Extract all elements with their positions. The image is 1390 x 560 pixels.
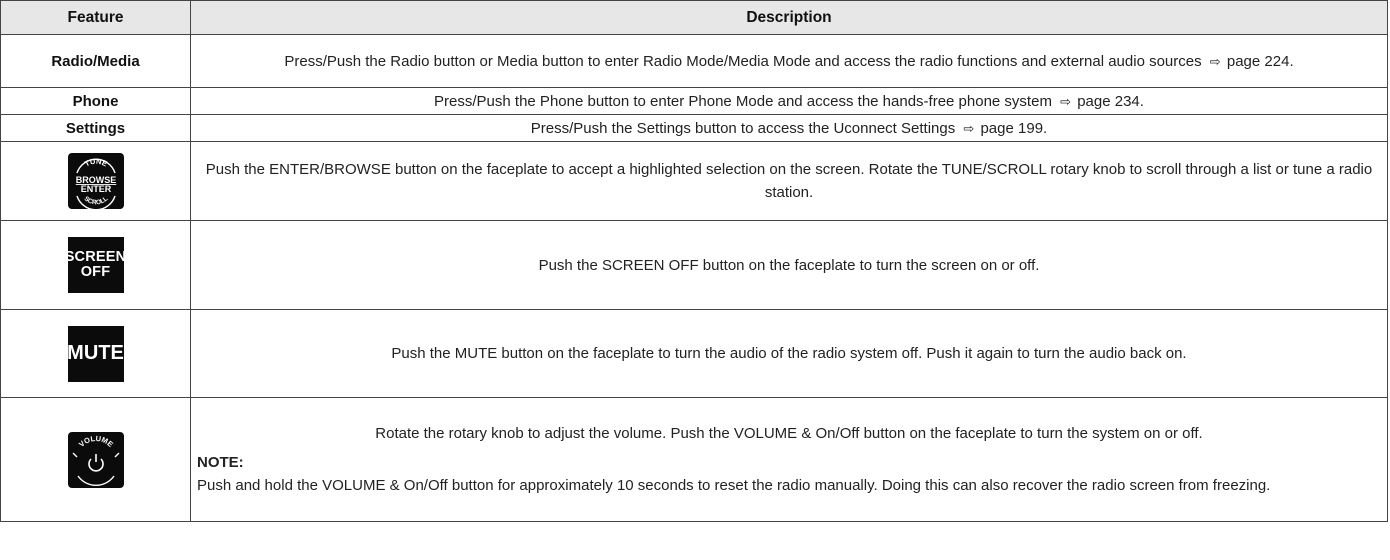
- note-label: NOTE:: [197, 454, 244, 471]
- feature-icon-cell: VOLUME: [0, 397, 191, 522]
- description-text: Push the SCREEN OFF button on the facepl…: [190, 220, 1388, 310]
- volume-power-knob-icon: VOLUME: [67, 431, 124, 488]
- scroll-label: SCROLL: [82, 195, 109, 206]
- description-text: Push the ENTER/BROWSE button on the face…: [190, 141, 1388, 221]
- table-row: SCREEN OFF Push the SCREEN OFF button on…: [0, 220, 1388, 310]
- description-text: Push the MUTE button on the faceplate to…: [190, 309, 1388, 398]
- feature-radio-media: Radio/Media: [0, 34, 191, 88]
- svg-text:TUNE: TUNE: [83, 157, 109, 169]
- description-cell: Press/Push the Settings button to access…: [190, 114, 1388, 142]
- svg-text:VOLUME: VOLUME: [77, 433, 115, 448]
- volume-label: VOLUME: [77, 433, 115, 448]
- description-text: Press/Push the Radio button or Media but…: [284, 52, 1202, 70]
- table-row: Phone Press/Push the Phone button to ent…: [0, 87, 1388, 115]
- svg-text:SCROLL: SCROLL: [82, 195, 109, 206]
- header-feature: Feature: [0, 0, 191, 35]
- feature-phone: Phone: [0, 87, 191, 115]
- feature-icon-cell: SCREEN OFF: [0, 220, 191, 310]
- mute-button-icon: MUTE: [67, 325, 124, 382]
- table-row: TUNE BROWSE ENTER SCROLL Push the ENTER/…: [0, 141, 1388, 221]
- description-text: Rotate the rotary knob to adjust the vol…: [375, 425, 1203, 442]
- header-description: Description: [190, 0, 1388, 35]
- feature-table: Feature Description Radio/Media Press/Pu…: [0, 0, 1388, 522]
- feature-table-document: Feature Description Radio/Media Press/Pu…: [0, 0, 1388, 558]
- description-cell: Rotate the rotary knob to adjust the vol…: [190, 397, 1388, 522]
- table-header-row: Feature Description: [0, 0, 1388, 35]
- enter-label: ENTER: [80, 184, 111, 194]
- feature-icon-cell: MUTE: [0, 309, 191, 398]
- tune-label: TUNE: [83, 157, 109, 169]
- table-row: VOLUME Rotate the rotary knob to adjust …: [0, 397, 1388, 522]
- tune-browse-enter-knob-icon: TUNE BROWSE ENTER SCROLL: [67, 153, 124, 209]
- page-reference-arrow-icon: ⇨: [1209, 53, 1221, 69]
- description-cell: Press/Push the Phone button to enter Pho…: [190, 87, 1388, 115]
- table-row: MUTE Push the MUTE button on the facepla…: [0, 309, 1388, 398]
- table-row: Radio/Media Press/Push the Radio button …: [0, 34, 1388, 88]
- feature-settings: Settings: [0, 114, 191, 142]
- screen-off-button-icon: SCREEN OFF: [64, 237, 127, 293]
- page-reference-arrow-icon: ⇨: [963, 120, 975, 136]
- page-reference-link[interactable]: page 234.: [1077, 93, 1144, 110]
- off-label: OFF: [80, 264, 111, 280]
- description-cell: Press/Push the Radio button or Media but…: [190, 34, 1388, 88]
- page-reference-arrow-icon: ⇨: [1060, 93, 1072, 109]
- page-reference-link[interactable]: page 199.: [980, 120, 1047, 137]
- feature-icon-cell: TUNE BROWSE ENTER SCROLL: [0, 141, 191, 221]
- description-text: Press/Push the Settings button to access…: [530, 119, 956, 137]
- note-text: Push and hold the VOLUME & On/Off button…: [197, 477, 1271, 494]
- table-row: Settings Press/Push the Settings button …: [0, 114, 1388, 142]
- screen-label: SCREEN: [64, 249, 127, 265]
- page-reference-link[interactable]: page 224.: [1227, 53, 1294, 70]
- mute-label: MUTE: [67, 342, 124, 364]
- description-text: Press/Push the Phone button to enter Pho…: [434, 92, 1052, 110]
